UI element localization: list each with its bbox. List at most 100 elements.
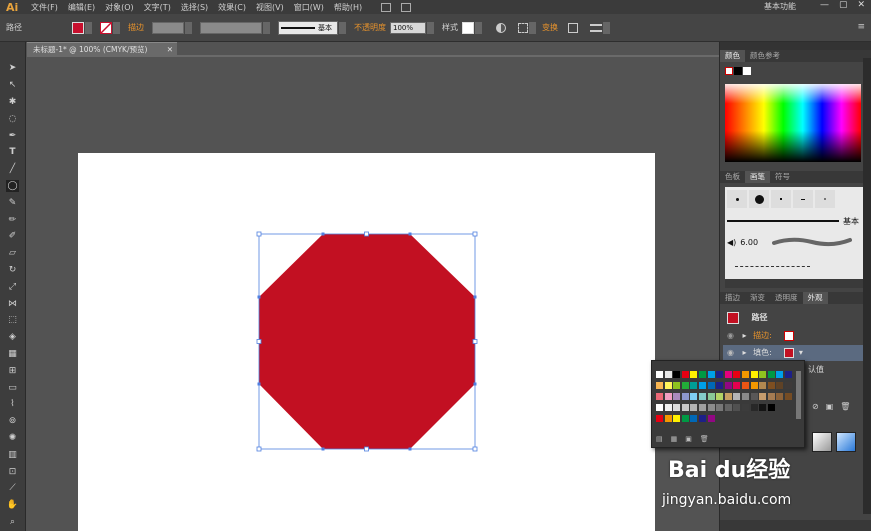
swatch-chip[interactable] [767, 371, 775, 378]
arrange-icon[interactable] [590, 23, 602, 32]
swatch-chip[interactable] [759, 382, 767, 389]
swatch-chip[interactable] [681, 393, 689, 400]
swatch-chip[interactable] [776, 393, 784, 400]
paintbrush-tool-icon[interactable]: ✎ [6, 197, 19, 209]
tab-color-guide[interactable]: 颜色参考 [745, 50, 785, 62]
swatch-chip[interactable] [707, 382, 715, 389]
menu-object[interactable]: 对象(O) [100, 2, 139, 13]
scale-tool-icon[interactable]: ⤢ [6, 281, 19, 293]
panel-menu-icon[interactable]: ≡ [857, 22, 865, 32]
menu-select[interactable]: 选择(S) [176, 2, 213, 13]
menu-file[interactable]: 文件(F) [26, 2, 63, 13]
swatch-chip[interactable] [656, 415, 663, 422]
style-thumb-gray[interactable] [812, 432, 832, 452]
swatch-chip[interactable] [681, 382, 689, 389]
zoom-tool-icon[interactable]: ⌕ [6, 516, 19, 528]
close-icon[interactable]: ✕ [857, 0, 865, 10]
rotate-tool-icon[interactable]: ↻ [6, 264, 19, 276]
swatch-chip[interactable] [733, 404, 741, 411]
swatch-chip[interactable] [664, 393, 672, 400]
shape-builder-tool-icon[interactable]: ◈ [6, 331, 19, 343]
blend-tool-icon[interactable]: ⊚ [6, 415, 19, 427]
swatch-chip[interactable] [742, 404, 749, 411]
slice-tool-icon[interactable]: ⟋ [6, 482, 19, 494]
tab-swatches[interactable]: 色板 [720, 171, 745, 183]
line-tool-icon[interactable]: ╱ [6, 163, 19, 175]
free-transform-tool-icon[interactable]: ⬚ [6, 314, 19, 326]
swatch-chip[interactable] [750, 393, 758, 400]
swatch-chip[interactable] [673, 382, 681, 389]
direct-selection-tool-icon[interactable]: ↖ [6, 79, 19, 91]
swatch-chip[interactable] [724, 371, 732, 378]
swatch-chip[interactable] [733, 371, 741, 378]
swatch-chip[interactable] [707, 393, 715, 400]
swatch-chip[interactable] [776, 371, 784, 378]
tab-color[interactable]: 颜色 [720, 50, 745, 62]
swatch-chip[interactable] [707, 371, 715, 378]
menu-view[interactable]: 视图(V) [251, 2, 289, 13]
pen-tool-icon[interactable]: ✒ [6, 130, 19, 142]
swatch-chip[interactable] [716, 404, 724, 411]
workspace-switcher[interactable]: 基本功能 [764, 1, 796, 12]
variable-width-dropdown[interactable] [263, 21, 270, 34]
tab-stroke[interactable]: 描边 [720, 292, 745, 304]
delete-swatch-icon[interactable]: 🗑 [700, 435, 709, 444]
swatch-chip[interactable] [673, 404, 681, 411]
expand-triangle-icon[interactable]: ▸ [743, 348, 747, 357]
swatch-chip[interactable] [664, 404, 672, 411]
swatch-chip[interactable] [716, 393, 724, 400]
arrange-documents-icon[interactable] [401, 2, 412, 12]
tab-brushes[interactable]: 画笔 [745, 171, 770, 183]
swatch-chip[interactable] [690, 371, 698, 378]
column-graph-tool-icon[interactable]: ▥ [6, 449, 19, 461]
visibility-eye-icon[interactable]: ◉ [727, 331, 734, 340]
align-icon[interactable] [518, 22, 528, 33]
duplicate-item-icon[interactable]: ▣ [826, 402, 834, 411]
symbol-sprayer-tool-icon[interactable]: ✺ [6, 432, 19, 444]
delete-item-icon[interactable]: 🗑 [840, 402, 850, 411]
swatch-chip[interactable] [664, 415, 672, 422]
align-dropdown[interactable] [529, 21, 536, 34]
stroke-weight-field[interactable] [152, 21, 184, 34]
swatch-chip[interactable] [767, 393, 775, 400]
swatch-chip[interactable] [785, 371, 792, 378]
swatch-chip[interactable] [699, 404, 706, 411]
chevron-down-icon[interactable]: ▾ [799, 348, 803, 357]
brush-tip-dot[interactable] [771, 190, 791, 208]
brush-definition-field[interactable]: 基本 [278, 20, 338, 35]
swatch-popup-scrollbar[interactable] [796, 371, 801, 419]
clear-appearance-icon[interactable]: ⊘ [812, 402, 819, 411]
magic-wand-tool-icon[interactable]: ✱ [6, 96, 19, 108]
swatch-chip[interactable] [707, 404, 715, 411]
pencil-tool-icon[interactable]: ✏ [6, 214, 19, 226]
variable-width-field[interactable] [200, 21, 262, 34]
menu-window[interactable]: 窗口(W) [289, 2, 329, 13]
swatch-chip[interactable] [724, 404, 732, 411]
swatch-chip[interactable] [690, 382, 698, 389]
stroke-dropdown[interactable] [113, 21, 120, 34]
appearance-stroke-swatch[interactable] [784, 330, 795, 341]
graphic-style-dropdown[interactable] [475, 21, 482, 34]
opacity-dropdown[interactable] [427, 21, 434, 34]
menu-help[interactable]: 帮助(H) [329, 2, 367, 13]
maximize-icon[interactable]: ▢ [839, 0, 848, 10]
swatch-chip[interactable] [681, 415, 689, 422]
tab-transparency[interactable]: 透明度 [770, 292, 803, 304]
swatch-chip[interactable] [742, 382, 749, 389]
swatch-chip[interactable] [699, 393, 706, 400]
swatch-chip[interactable] [785, 393, 792, 400]
swatch-chip[interactable] [681, 371, 689, 378]
black-swatch[interactable] [734, 67, 742, 75]
appearance-fill-label[interactable]: 填色: [753, 348, 772, 357]
brush-tip-small[interactable] [727, 190, 747, 208]
menu-edit[interactable]: 编辑(E) [63, 2, 100, 13]
swatch-chip[interactable] [767, 404, 775, 411]
swatch-chip[interactable] [759, 393, 767, 400]
brush-basic-row[interactable]: 基本 [727, 215, 864, 227]
mesh-tool-icon[interactable]: ⊞ [6, 365, 19, 377]
eraser-tool-icon[interactable]: ▱ [6, 247, 19, 259]
octagon-shape[interactable] [259, 234, 475, 449]
swatch-chip[interactable] [707, 415, 715, 422]
swatch-chip[interactable] [656, 382, 663, 389]
swatch-library-icon[interactable]: ▤ [656, 435, 663, 444]
